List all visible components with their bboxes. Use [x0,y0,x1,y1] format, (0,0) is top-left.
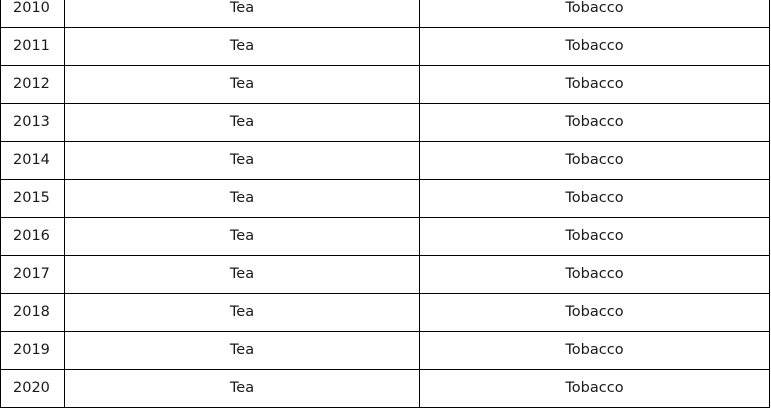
product-b-cell: Tobacco [419,0,770,28]
data-table: 2010 Tea Tobacco 2011 Tea Tobacco 2012 T… [0,0,770,408]
product-a-cell: Tea [64,0,420,28]
data-table-container: 2010 Tea Tobacco 2011 Tea Tobacco 2012 T… [0,0,770,408]
table-row: 2012 Tea Tobacco [0,65,770,104]
year-cell: 2010 [0,0,65,28]
year-cell: 2015 [0,179,65,218]
product-a-cell: Tea [64,369,420,408]
table-row: 2016 Tea Tobacco [0,217,770,256]
product-a-cell: Tea [64,141,420,180]
product-a-cell: Tea [64,331,420,370]
product-b-cell: Tobacco [419,369,770,408]
product-a-cell: Tea [64,27,420,66]
product-b-cell: Tobacco [419,27,770,66]
table-body: 2010 Tea Tobacco 2011 Tea Tobacco 2012 T… [0,0,770,408]
year-cell: 2011 [0,27,65,66]
table-row: 2019 Tea Tobacco [0,331,770,370]
product-b-cell: Tobacco [419,255,770,294]
table-row: 2013 Tea Tobacco [0,103,770,142]
product-b-cell: Tobacco [419,179,770,218]
year-cell: 2020 [0,369,65,408]
year-cell: 2014 [0,141,65,180]
year-cell: 2019 [0,331,65,370]
year-cell: 2017 [0,255,65,294]
table-row: 2020 Tea Tobacco [0,369,770,408]
year-cell: 2018 [0,293,65,332]
product-b-cell: Tobacco [419,293,770,332]
product-a-cell: Tea [64,217,420,256]
year-cell: 2013 [0,103,65,142]
product-b-cell: Tobacco [419,103,770,142]
product-a-cell: Tea [64,103,420,142]
product-b-cell: Tobacco [419,331,770,370]
year-cell: 2016 [0,217,65,256]
table-row: 2014 Tea Tobacco [0,141,770,180]
table-row: 2011 Tea Tobacco [0,27,770,66]
product-b-cell: Tobacco [419,141,770,180]
table-row: 2017 Tea Tobacco [0,255,770,294]
product-b-cell: Tobacco [419,65,770,104]
table-row: 2015 Tea Tobacco [0,179,770,218]
year-cell: 2012 [0,65,65,104]
product-b-cell: Tobacco [419,217,770,256]
table-row: 2018 Tea Tobacco [0,293,770,332]
product-a-cell: Tea [64,179,420,218]
product-a-cell: Tea [64,255,420,294]
product-a-cell: Tea [64,293,420,332]
table-row: 2010 Tea Tobacco [0,0,770,28]
product-a-cell: Tea [64,65,420,104]
